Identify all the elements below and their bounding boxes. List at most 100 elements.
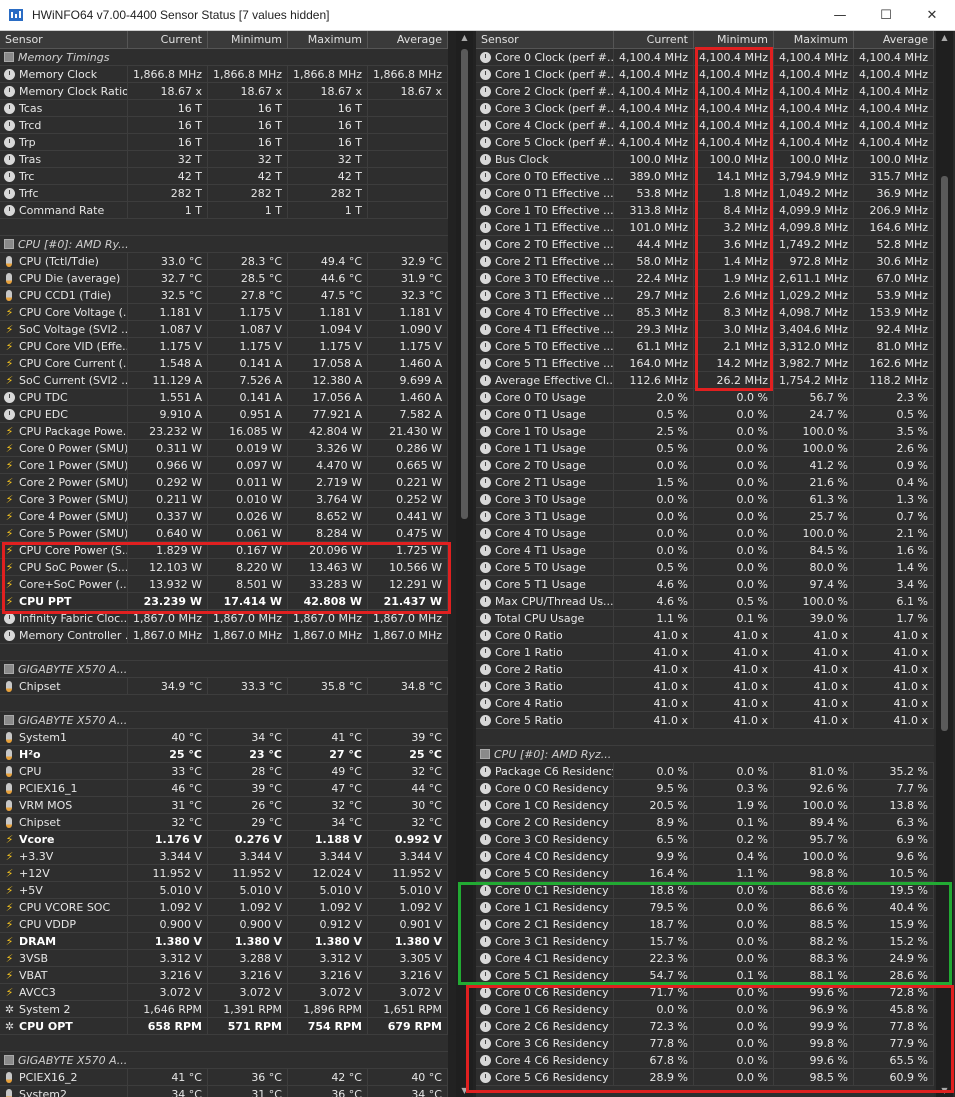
sensor-row[interactable]: ⚡ Core 5 Power (SMU) 0.640 W 0.061 W 8.284 W… bbox=[0, 525, 448, 542]
close-button[interactable]: ✕ bbox=[909, 0, 955, 31]
sensor-group-header[interactable]: CPU [#0]: AMD Ry... bbox=[0, 236, 448, 253]
sensor-row[interactable]: Max CPU/Thread Us... 4.6 % 0.5 % 100.0 % 6.1… bbox=[476, 593, 934, 610]
sensor-row[interactable]: Core 5 C6 Residency 28.9 % 0.0 % 98.5 % 60.9… bbox=[476, 1069, 934, 1086]
sensor-row[interactable]: Core 1 C1 Residency 79.5 % 0.0 % 86.6 % 40.4… bbox=[476, 899, 934, 916]
sensor-row[interactable]: Core 1 Clock (perf #... 4,100.4 MHz 4,100.… bbox=[476, 66, 934, 83]
sensor-row[interactable]: Tras 32 T 32 T 32 T bbox=[0, 151, 448, 168]
sensor-row[interactable]: Memory Clock 1,866.8 MHz 1,866.8 MHz 1,866.… bbox=[0, 66, 448, 83]
sensor-row[interactable]: Core 5 Ratio 41.0 x 41.0 x 41.0 x 41.0 x bbox=[476, 712, 934, 729]
sensor-row[interactable]: VRM MOS 31 °C 26 °C 32 °C 30 °C bbox=[0, 797, 448, 814]
sensor-row[interactable]: Core 2 T1 Effective ... 58.0 MHz 1.4 MHz 97… bbox=[476, 253, 934, 270]
sensor-row[interactable]: Infinity Fabric Cloc... 1,867.0 MHz 1,867.… bbox=[0, 610, 448, 627]
sensor-row[interactable]: ⚡ VBAT 3.216 V 3.216 V 3.216 V 3.216 V bbox=[0, 967, 448, 984]
sensor-row[interactable]: CPU (Tctl/Tdie) 33.0 °C 28.3 °C 49.4 °C 32.9… bbox=[0, 253, 448, 270]
sensor-row[interactable]: CPU CCD1 (Tdie) 32.5 °C 27.8 °C 47.5 °C 32.3… bbox=[0, 287, 448, 304]
sensor-row[interactable]: Core 4 T0 Effective ... 85.3 MHz 8.3 MHz 4,… bbox=[476, 304, 934, 321]
sensor-row[interactable]: Trp 16 T 16 T 16 T bbox=[0, 134, 448, 151]
sensor-group-header[interactable]: GIGABYTE X570 A... bbox=[0, 661, 448, 678]
sensor-row[interactable]: ⚡ Core 0 Power (SMU) 0.311 W 0.019 W 3.326 W… bbox=[0, 440, 448, 457]
sensor-row[interactable]: ⚡ AVCC3 3.072 V 3.072 V 3.072 V 3.072 V bbox=[0, 984, 448, 1001]
sensor-row[interactable]: ⚡ SoC Voltage (SVI2 ... 1.087 V 1.087 V 1.09… bbox=[0, 321, 448, 338]
sensor-row[interactable]: Core 3 C1 Residency 15.7 % 0.0 % 88.2 % 15.2… bbox=[476, 933, 934, 950]
sensor-row[interactable]: Core 0 C0 Residency 9.5 % 0.3 % 92.6 % 7.7 % bbox=[476, 780, 934, 797]
sensor-row[interactable]: ⚡ +5V 5.010 V 5.010 V 5.010 V 5.010 V bbox=[0, 882, 448, 899]
sensor-group-header[interactable]: GIGABYTE X570 A... bbox=[0, 712, 448, 729]
sensor-row[interactable]: Core 5 T0 Usage 0.5 % 0.0 % 80.0 % 1.4 % bbox=[476, 559, 934, 576]
sensor-row[interactable]: System1 40 °C 34 °C 41 °C 39 °C bbox=[0, 729, 448, 746]
sensor-row[interactable]: CPU TDC 1.551 A 0.141 A 17.056 A 1.460 A bbox=[0, 389, 448, 406]
sensor-row[interactable]: PCIEX16_2 41 °C 36 °C 42 °C 40 °C bbox=[0, 1069, 448, 1086]
sensor-row[interactable]: CPU EDC 9.910 A 0.951 A 77.921 A 7.582 A bbox=[0, 406, 448, 423]
sensor-group-header[interactable]: GIGABYTE X570 A... bbox=[0, 1052, 448, 1069]
scrollbar-thumb[interactable] bbox=[461, 49, 468, 519]
sensor-row[interactable]: Core 5 T1 Usage 4.6 % 0.0 % 97.4 % 3.4 % bbox=[476, 576, 934, 593]
sensor-row[interactable]: Memory Clock Ratio 18.67 x 18.67 x 18.67 x1… bbox=[0, 83, 448, 100]
sensor-row[interactable]: Core 1 C0 Residency 20.5 % 1.9 % 100.0 % 13.… bbox=[476, 797, 934, 814]
column-header-current[interactable]: Current bbox=[128, 31, 208, 48]
sensor-row[interactable]: Core 3 T1 Effective ... 29.7 MHz 2.6 MHz 1,… bbox=[476, 287, 934, 304]
sensor-table-right[interactable]: Sensor Current Minimum Maximum Average C… bbox=[476, 31, 934, 1097]
sensor-row[interactable]: Core 0 Ratio 41.0 x 41.0 x 41.0 x 41.0 x bbox=[476, 627, 934, 644]
sensor-row[interactable]: Core 5 Clock (perf #... 4,100.4 MHz 4,100.… bbox=[476, 134, 934, 151]
right-scrollbar[interactable]: ▲ ▼ bbox=[936, 31, 953, 1097]
sensor-row[interactable]: Core 3 C6 Residency 77.8 % 0.0 % 99.8 % 77.9… bbox=[476, 1035, 934, 1052]
sensor-row[interactable]: Core 1 T0 Usage 2.5 % 0.0 % 100.0 % 3.5 % bbox=[476, 423, 934, 440]
sensor-row[interactable]: ⚡ CPU VCORE SOC 1.092 V 1.092 V 1.092 V 1.092… bbox=[0, 899, 448, 916]
sensor-row[interactable]: Memory Controller ... 1,867.0 MHz 1,867.0 … bbox=[0, 627, 448, 644]
sensor-row[interactable]: Core 2 C6 Residency 72.3 % 0.0 % 99.9 % 77.8… bbox=[476, 1018, 934, 1035]
sensor-row[interactable]: Core 0 Clock (perf #... 4,100.4 MHz 4,100.… bbox=[476, 49, 934, 66]
column-header-minimum[interactable]: Minimum bbox=[694, 31, 774, 48]
sensor-row[interactable]: Bus Clock 100.0 MHz 100.0 MHz 100.0 MHz 100.… bbox=[476, 151, 934, 168]
scroll-up-arrow-icon[interactable]: ▲ bbox=[456, 33, 473, 42]
scroll-up-arrow-icon[interactable]: ▲ bbox=[936, 33, 953, 42]
sensor-row[interactable]: Core 5 C0 Residency 16.4 % 1.1 % 98.8 % 10.5… bbox=[476, 865, 934, 882]
sensor-row[interactable]: ⚡ CPU VDDP 0.900 V 0.900 V 0.912 V 0.901 V bbox=[0, 916, 448, 933]
sensor-row[interactable]: Core 2 T1 Usage 1.5 % 0.0 % 21.6 % 0.4 % bbox=[476, 474, 934, 491]
sensor-row[interactable]: Core 1 C6 Residency 0.0 % 0.0 % 96.9 % 45.8 … bbox=[476, 1001, 934, 1018]
sensor-group-header[interactable]: CPU [#0]: AMD Ryz... bbox=[476, 746, 934, 763]
sensor-row[interactable]: Core 4 C0 Residency 9.9 % 0.4 % 100.0 % 9.6 … bbox=[476, 848, 934, 865]
sensor-row[interactable]: ⚡ CPU SoC Power (S... 12.103 W 8.220 W 13.46… bbox=[0, 559, 448, 576]
sensor-row[interactable]: Core 4 Ratio 41.0 x 41.0 x 41.0 x 41.0 x bbox=[476, 695, 934, 712]
sensor-row[interactable]: Core 4 C1 Residency 22.3 % 0.0 % 88.3 % 24.9… bbox=[476, 950, 934, 967]
sensor-row[interactable]: Core 4 T0 Usage 0.0 % 0.0 % 100.0 % 2.1 % bbox=[476, 525, 934, 542]
sensor-row[interactable]: Core 5 C1 Residency 54.7 % 0.1 % 88.1 % 28.6… bbox=[476, 967, 934, 984]
sensor-row[interactable]: Core 3 T0 Usage 0.0 % 0.0 % 61.3 % 1.3 % bbox=[476, 491, 934, 508]
sensor-row[interactable]: Core 5 T1 Effective ... 164.0 MHz 14.2 MHz… bbox=[476, 355, 934, 372]
sensor-row[interactable]: ⚡ CPU Core Current (... 1.548 A 0.141 A 17.0… bbox=[0, 355, 448, 372]
sensor-row[interactable]: ⚡ 3VSB 3.312 V 3.288 V 3.312 V 3.305 V bbox=[0, 950, 448, 967]
sensor-row[interactable]: Core 0 C6 Residency 71.7 % 0.0 % 99.6 % 72.8… bbox=[476, 984, 934, 1001]
column-header-sensor[interactable]: Sensor bbox=[0, 31, 128, 48]
sensor-row[interactable]: ⚡ CPU Core VID (Effe... 1.175 V 1.175 V 1.17… bbox=[0, 338, 448, 355]
column-header-average[interactable]: Average bbox=[368, 31, 448, 48]
sensor-row[interactable]: ⚡ +3.3V 3.344 V 3.344 V 3.344 V 3.344 V bbox=[0, 848, 448, 865]
sensor-row[interactable]: ⚡ Core 3 Power (SMU) 0.211 W 0.010 W 3.764 W… bbox=[0, 491, 448, 508]
sensor-row[interactable]: CPU 33 °C 28 °C 49 °C 32 °C bbox=[0, 763, 448, 780]
sensor-row[interactable]: Core 4 T1 Effective ... 29.3 MHz 3.0 MHz 3,… bbox=[476, 321, 934, 338]
sensor-row[interactable]: Core 4 T1 Usage 0.0 % 0.0 % 84.5 % 1.6 % bbox=[476, 542, 934, 559]
sensor-row[interactable]: Core 0 T0 Effective ... 389.0 MHz 14.1 MHz… bbox=[476, 168, 934, 185]
sensor-row[interactable]: Chipset 34.9 °C 33.3 °C 35.8 °C 34.8 °C bbox=[0, 678, 448, 695]
sensor-row[interactable]: ⚡ +12V 11.952 V 11.952 V 12.024 V 11.952 V bbox=[0, 865, 448, 882]
sensor-row[interactable]: CPU Die (average) 32.7 °C 28.5 °C 44.6 °C 31… bbox=[0, 270, 448, 287]
scroll-down-arrow-icon[interactable]: ▼ bbox=[456, 1086, 473, 1095]
column-header-sensor[interactable]: Sensor bbox=[476, 31, 614, 48]
sensor-row[interactable]: Total CPU Usage 1.1 % 0.1 % 39.0 % 1.7 % bbox=[476, 610, 934, 627]
sensor-row[interactable]: Trcd 16 T 16 T 16 T bbox=[0, 117, 448, 134]
sensor-row[interactable]: Core 3 Ratio 41.0 x 41.0 x 41.0 x 41.0 x bbox=[476, 678, 934, 695]
sensor-row[interactable]: ⚡ CPU PPT 23.239 W 17.414 W 42.808 W 21.437 W bbox=[0, 593, 448, 610]
sensor-row[interactable]: ⚡ CPU Core Voltage (... 1.181 V 1.175 V 1.18… bbox=[0, 304, 448, 321]
sensor-row[interactable]: ⚡ DRAM 1.380 V 1.380 V 1.380 V 1.380 V bbox=[0, 933, 448, 950]
sensor-row[interactable]: PCIEX16_1 46 °C 39 °C 47 °C 44 °C bbox=[0, 780, 448, 797]
sensor-row[interactable]: Core 2 Clock (perf #... 4,100.4 MHz 4,100.… bbox=[476, 83, 934, 100]
sensor-row[interactable]: Core 3 T1 Usage 0.0 % 0.0 % 25.7 % 0.7 % bbox=[476, 508, 934, 525]
sensor-row[interactable]: Core 4 Clock (perf #... 4,100.4 MHz 4,100.… bbox=[476, 117, 934, 134]
sensor-row[interactable]: Average Effective Cl... 112.6 MHz 26.2 MHz… bbox=[476, 372, 934, 389]
sensor-row[interactable]: Core 1 T0 Effective ... 313.8 MHz 8.4 MHz 4… bbox=[476, 202, 934, 219]
sensor-row[interactable]: Command Rate 1 T1 T1 T bbox=[0, 202, 448, 219]
sensor-row[interactable]: Core 1 T1 Usage 0.5 % 0.0 % 100.0 % 2.6 % bbox=[476, 440, 934, 457]
column-header-current[interactable]: Current bbox=[614, 31, 694, 48]
sensor-row[interactable]: ⚡ SoC Current (SVI2 ... 11.129 A 7.526 A 12.… bbox=[0, 372, 448, 389]
sensor-row[interactable]: Core 2 C0 Residency 8.9 % 0.1 % 89.4 % 6.3 % bbox=[476, 814, 934, 831]
sensor-row[interactable]: Core 3 Clock (perf #... 4,100.4 MHz 4,100.… bbox=[476, 100, 934, 117]
